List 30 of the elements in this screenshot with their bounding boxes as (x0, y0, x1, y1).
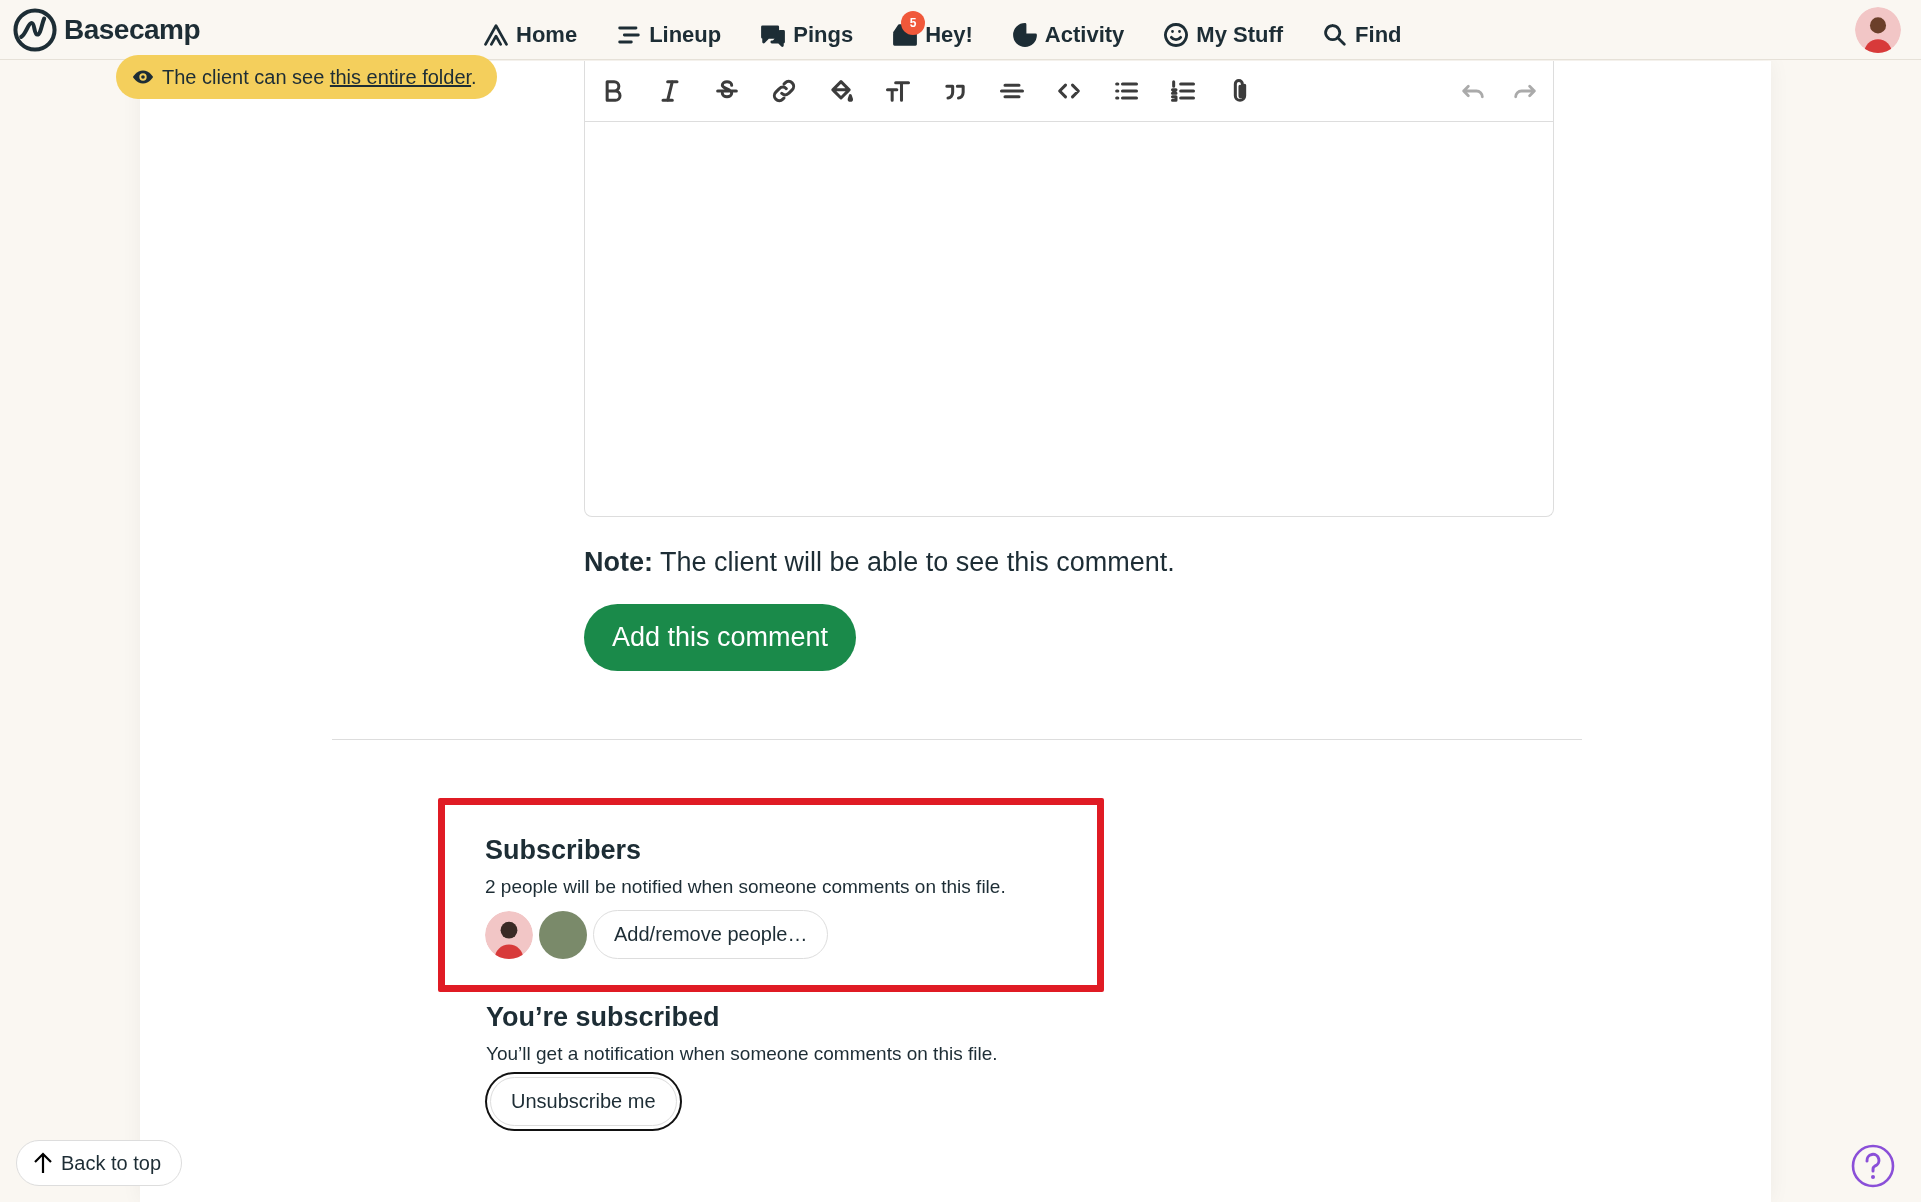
logo-icon (12, 6, 58, 53)
subscribers-title: Subscribers (485, 835, 643, 866)
nav-link[interactable]: My Stuff (1162, 10, 1284, 49)
photo-placeholder (539, 910, 587, 959)
numbers-icon (1169, 77, 1197, 105)
brand-name[interactable]: Basecamp (64, 13, 201, 46)
user-avatar[interactable] (1855, 6, 1901, 53)
pie-chart-icon (1010, 20, 1039, 49)
comment-input-field[interactable] (584, 122, 1554, 517)
back-to-top-button[interactable]: Back to top (16, 1140, 183, 1186)
nav-link[interactable]: Pings (759, 10, 854, 49)
notification-badge: 5 (901, 10, 926, 35)
nav-link[interactable]: Activity (1010, 10, 1125, 49)
nav-link[interactable]: Lineup (615, 10, 722, 49)
client-note: Note: The client will be able to see this comment. (584, 547, 1176, 578)
help-button[interactable] (1851, 1144, 1895, 1188)
question-mark-icon (1851, 1144, 1895, 1188)
nav-link[interactable]: Home (482, 10, 578, 49)
nav-link[interactable]: 5 Hey! (891, 10, 973, 49)
subscribers-description: 2 people will be notified when someone comments on this file. (485, 876, 1007, 898)
add-remove-people-button[interactable]: Add/remove people… (593, 910, 829, 959)
smiley-icon (1162, 20, 1191, 49)
nav-link[interactable]: Find (1321, 10, 1402, 49)
folder-link[interactable]: this entire folder (329, 65, 472, 88)
add-comment-button[interactable]: Add this comment (584, 604, 857, 671)
subscribed-description: You’ll get a notification when someone comments on this file. (486, 1043, 999, 1065)
banner-text: The client can see this entire folder. (162, 65, 477, 89)
link-icon (770, 77, 798, 105)
avatar-silhouette (485, 910, 533, 959)
subscribed-title: You’re subscribed (486, 1002, 721, 1033)
